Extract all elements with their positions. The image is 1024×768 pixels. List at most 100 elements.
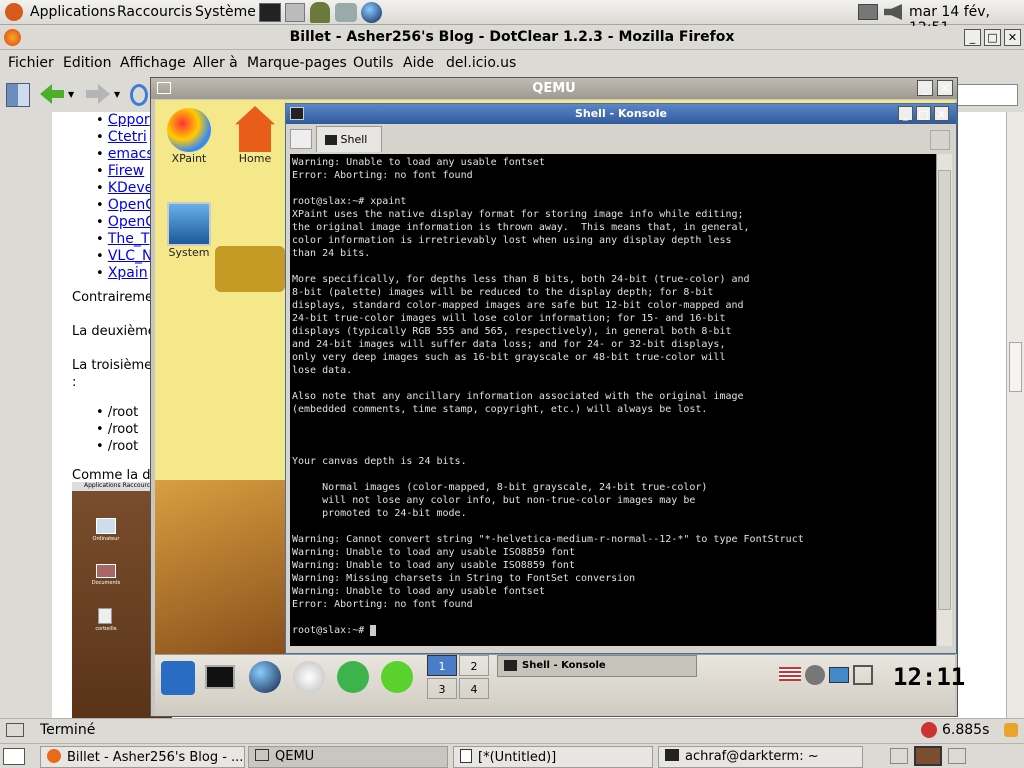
menu-delicious[interactable]: del.icio.us: [446, 55, 516, 71]
package-link[interactable]: The_T: [108, 231, 150, 247]
menu-outils[interactable]: Outils: [353, 55, 393, 71]
terminal-scroll-thumb[interactable]: [938, 170, 951, 610]
browser-launcher-icon[interactable]: [361, 2, 382, 23]
page-scrollbar[interactable]: [1006, 112, 1024, 718]
package-link[interactable]: OpenC: [108, 197, 155, 213]
xpaint-desktop-icon[interactable]: XPaint: [159, 108, 219, 165]
pager-desktop-3[interactable]: 3: [427, 678, 457, 699]
konsole-icon: [290, 107, 304, 120]
qemu-window-icon: [157, 82, 171, 94]
task-button-konsole[interactable]: Shell - Konsole: [497, 655, 697, 677]
menu-aide[interactable]: Aide: [403, 55, 434, 71]
terminal-scrollbar[interactable]: [936, 154, 952, 646]
paragraph: Contraireme: [72, 290, 154, 305]
list-item: • /root: [96, 405, 139, 420]
task-button-firefox[interactable]: Billet - Asher256's Blog - ...: [40, 746, 245, 768]
editor-launcher-icon[interactable]: [285, 3, 305, 22]
menu-marque-pages[interactable]: Marque-pages: [247, 55, 347, 71]
tab-shell[interactable]: Shell: [316, 126, 382, 152]
package-link[interactable]: VLC_N: [108, 248, 153, 264]
network-status-icon[interactable]: [858, 4, 878, 20]
gnome-foot-icon[interactable]: [5, 3, 23, 21]
computer-icon: [96, 518, 116, 534]
mute-icon[interactable]: [805, 665, 825, 685]
back-arrow-icon[interactable]: [40, 84, 64, 104]
package-link[interactable]: Firew: [108, 163, 144, 179]
home-desktop-icon[interactable]: Home: [225, 106, 285, 165]
terminal-launcher-icon[interactable]: [259, 3, 281, 22]
konsole-close-button[interactable]: ✕: [934, 106, 949, 121]
back-dropdown-icon[interactable]: ▼: [68, 90, 74, 99]
workspace-2-icon[interactable]: [914, 746, 942, 766]
pager-desktop-4[interactable]: 4: [459, 678, 489, 699]
pager-desktop-2[interactable]: 2: [459, 655, 489, 676]
close-button[interactable]: ✕: [1004, 29, 1021, 46]
menu-applications[interactable]: Applications: [30, 4, 116, 20]
package-link[interactable]: emacs: [108, 146, 154, 162]
task-button-terminal[interactable]: achraf@darkterm: ~: [658, 746, 863, 768]
list-item: • /root: [96, 422, 139, 437]
qemu-minimize-button[interactable]: _: [917, 80, 933, 96]
task-label: QEMU: [275, 749, 315, 764]
terminal-output[interactable]: Warning: Unable to load any usable fonts…: [290, 154, 936, 646]
play-icon[interactable]: [337, 661, 369, 693]
list-item: • OpenC: [96, 197, 155, 213]
menu-systeme[interactable]: Système: [195, 4, 256, 20]
list-item: • Cppor: [96, 112, 150, 128]
menu-aller[interactable]: Aller à: [193, 55, 238, 71]
menu-affichage[interactable]: Affichage: [120, 55, 186, 71]
konsole-launcher-icon[interactable]: [205, 665, 235, 689]
icq-icon[interactable]: [381, 661, 413, 693]
new-session-icon[interactable]: [290, 129, 312, 149]
menu-fichier[interactable]: Fichier: [8, 55, 54, 71]
desktop-icon-label: System: [168, 246, 210, 259]
display-icon[interactable]: [829, 667, 849, 683]
package-link[interactable]: Ctetri: [108, 129, 147, 145]
qemu-window[interactable]: QEMU _ ✕ XPaint Home System Shell - Kons…: [150, 77, 965, 717]
menu-edition[interactable]: Edition: [63, 55, 111, 71]
palette-icon: [167, 108, 211, 152]
package-link[interactable]: KDeve: [108, 180, 153, 196]
network-launcher-icon[interactable]: [335, 3, 357, 22]
clipboard-icon[interactable]: [853, 665, 873, 685]
qemu-close-button[interactable]: ✕: [937, 80, 953, 96]
package-link[interactable]: Cppor: [108, 112, 150, 128]
package-link[interactable]: OpenC: [108, 214, 155, 230]
forward-dropdown-icon[interactable]: ▼: [114, 90, 120, 99]
task-button-qemu[interactable]: QEMU: [248, 746, 448, 768]
konsole-maximize-button[interactable]: □: [916, 106, 931, 121]
menu-raccourcis[interactable]: Raccourcis: [117, 4, 192, 20]
desktop-pager: 1 2 3 4: [427, 655, 491, 703]
konsole-minimize-button[interactable]: _: [898, 106, 913, 121]
reload-icon[interactable]: [130, 84, 148, 106]
task-button-untitled[interactable]: [*(Untitled)]: [453, 746, 653, 768]
workspace-3-icon[interactable]: [948, 748, 966, 764]
kde-clock[interactable]: 12:11: [893, 663, 965, 691]
package-link[interactable]: Xpain: [108, 265, 148, 281]
search-input[interactable]: [955, 84, 1018, 106]
sidebar-toggle-icon[interactable]: [6, 83, 30, 107]
system-desktop-icon[interactable]: System: [159, 202, 219, 259]
paragraph: La deuxième: [72, 324, 156, 339]
volume-icon[interactable]: [884, 4, 902, 20]
thumb-icon-label: Ordinateur: [92, 536, 120, 542]
scrollbar-thumb[interactable]: [1009, 342, 1022, 392]
konqueror-icon[interactable]: [249, 661, 281, 693]
show-desktop-icon[interactable]: [3, 748, 25, 765]
user-launcher-icon[interactable]: [310, 2, 330, 23]
close-tab-icon[interactable]: [930, 130, 950, 150]
minimize-button[interactable]: _: [964, 29, 981, 46]
home-icon: [235, 106, 275, 152]
list-item: • KDeve: [96, 180, 154, 196]
media-player-icon[interactable]: [293, 661, 325, 693]
firefox-statusbar: Terminé 6.885s: [0, 718, 1024, 742]
pager-desktop-1[interactable]: 1: [427, 655, 457, 676]
gnome-bottom-panel: Billet - Asher256's Blog - ... QEMU [*(U…: [0, 743, 1024, 768]
terminal-text: Warning: Unable to load any usable fonts…: [292, 157, 804, 636]
forward-arrow-icon[interactable]: [86, 84, 110, 104]
keyboard-layout-icon[interactable]: [779, 667, 801, 681]
konsole-window[interactable]: Shell - Konsole _ □ ✕ Shell Warning: Una…: [285, 103, 957, 654]
workspace-1-icon[interactable]: [890, 748, 908, 764]
kde-menu-icon[interactable]: [161, 661, 195, 695]
maximize-button[interactable]: □: [984, 29, 1001, 46]
